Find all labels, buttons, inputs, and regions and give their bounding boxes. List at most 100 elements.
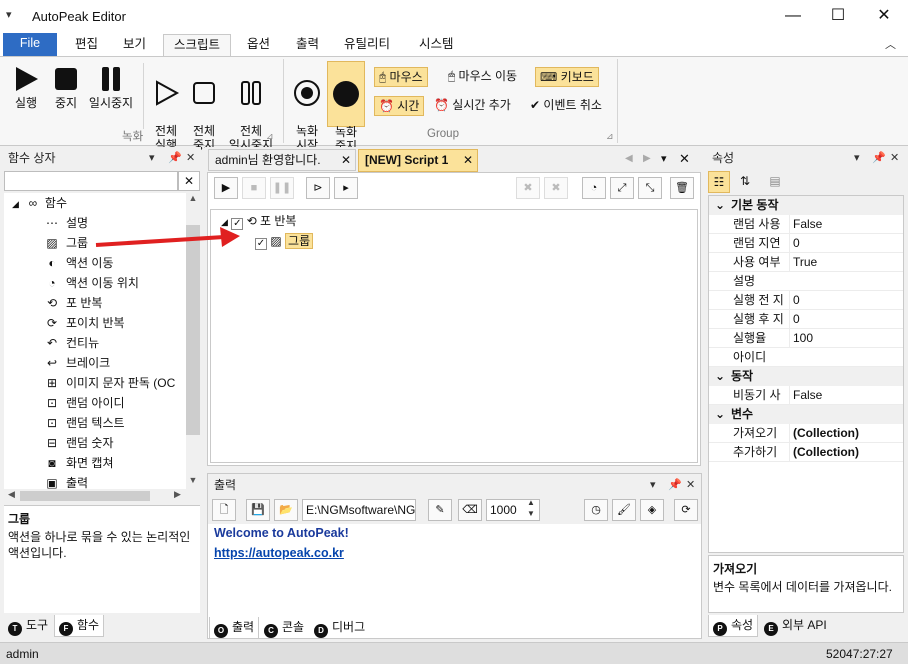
tab-output-panel[interactable]: O 출력	[209, 617, 260, 639]
function-item[interactable]: ⟲ 포 반복	[4, 293, 186, 313]
chevron-down-icon[interactable]: ▾	[650, 474, 656, 496]
property-row[interactable]: 실행율 100	[709, 329, 903, 348]
property-value[interactable]: 0	[789, 310, 800, 329]
collapse-icon[interactable]: ⌄	[709, 196, 731, 215]
keyboard-chip[interactable]: ⌨ 키보드	[535, 67, 599, 87]
function-item[interactable]: ↩ 브레이크	[4, 353, 186, 373]
property-pages-button[interactable]: ▤	[764, 171, 786, 193]
property-row[interactable]: 사용 여부 True	[709, 253, 903, 272]
mouse-chip[interactable]: 🖰 마우스	[374, 67, 428, 87]
close-icon[interactable]: ✕	[463, 150, 473, 170]
chevron-down-icon[interactable]: ▾	[854, 147, 860, 169]
property-category[interactable]: ⌄ 기본 동작	[709, 196, 903, 215]
property-value[interactable]: 0	[789, 234, 800, 253]
record-start-button[interactable]: 녹화 시작	[290, 65, 324, 152]
script-disable-all-button[interactable]: ✖	[544, 177, 568, 199]
property-row[interactable]: 가져오기 (Collection)	[709, 424, 903, 443]
property-value[interactable]: (Collection)	[789, 424, 859, 443]
ribbon-collapse-icon[interactable]: ︿	[885, 36, 896, 52]
quick-access-dropdown[interactable]: ▾	[6, 8, 12, 21]
realtime-add-chip[interactable]: ⏰ 실시간 추가	[430, 96, 515, 116]
expand-icon[interactable]: ◢	[12, 199, 19, 209]
mouse-move-chip[interactable]: 🖱 마우스 이동	[444, 67, 521, 87]
function-item[interactable]: ⊞ 이미지 문자 판독 (OC	[4, 373, 186, 393]
stop-all-button[interactable]: 전체 중지	[188, 65, 220, 152]
property-row[interactable]: 랜덤 지연 0	[709, 234, 903, 253]
tab-properties[interactable]: P 속성	[708, 615, 759, 637]
function-item[interactable]: ◙ 화면 캡쳐	[4, 453, 186, 473]
tab-console[interactable]: C 콘솔	[260, 617, 308, 639]
tree-hscrollbar[interactable]: ◀ ▶	[4, 489, 200, 503]
tab-scroll-right-icon[interactable]: ▶	[643, 153, 651, 164]
property-value[interactable]: (Collection)	[789, 443, 859, 462]
pin-icon[interactable]: 📌	[168, 147, 182, 169]
time-chip[interactable]: ⏰ 시간	[374, 96, 425, 116]
property-row[interactable]: 설명	[709, 272, 903, 291]
collapse-icon[interactable]: ⌄	[709, 405, 731, 424]
maximize-button[interactable]: ☐	[815, 0, 861, 32]
stop-button[interactable]: 중지	[50, 65, 82, 110]
function-item[interactable]: ◔ 액션 이동 위치	[4, 273, 186, 293]
script-pause-button[interactable]: ❚❚	[270, 177, 294, 199]
property-row[interactable]: 실행 전 지 0	[709, 291, 903, 310]
property-value[interactable]: 100	[789, 329, 813, 348]
property-value[interactable]: False	[789, 386, 822, 405]
clean-button[interactable]: ✎	[428, 499, 452, 521]
chevron-down-icon[interactable]: ▾	[661, 152, 667, 165]
tab-system[interactable]: 시스템	[409, 34, 464, 56]
hscrollbar-thumb[interactable]	[20, 491, 150, 501]
function-item[interactable]: ⊡ 랜덤 아이디	[4, 393, 186, 413]
dialog-launcher-icon[interactable]: ⊿	[606, 131, 614, 142]
function-search-input[interactable]	[4, 171, 178, 191]
tab-script[interactable]: 스크립트	[163, 34, 232, 56]
close-icon[interactable]: ✕	[341, 150, 351, 170]
timestamp-button[interactable]: ◷	[584, 499, 608, 521]
line-count-input[interactable]: 1000 ▲ ▼	[486, 497, 540, 521]
tab-edit[interactable]: 편집	[65, 34, 108, 56]
function-item[interactable]: ▣ 출력	[4, 473, 186, 489]
function-item[interactable]: ⟳ 포이치 반복	[4, 313, 186, 333]
tab-scroll-left-icon[interactable]: ◀	[625, 153, 633, 164]
delete-button[interactable]: 🗑	[670, 177, 694, 199]
record-stop-button[interactable]: 녹화 중지	[327, 61, 365, 153]
sort-alpha-button[interactable]: ⇅	[734, 171, 756, 193]
cancel-event-chip[interactable]: ✔ 이벤트 취소	[526, 96, 606, 116]
save-button[interactable]: 💾	[246, 499, 270, 521]
tab-functions[interactable]: F 함수	[54, 615, 105, 637]
function-item[interactable]: ↶ 컨티뉴	[4, 333, 186, 353]
property-value[interactable]: False	[789, 215, 822, 234]
property-row[interactable]: 실행 후 지 0	[709, 310, 903, 329]
close-icon[interactable]: ✕	[679, 151, 690, 167]
property-row[interactable]: 추가하기 (Collection)	[709, 443, 903, 462]
new-file-button[interactable]: 🗋	[212, 499, 236, 521]
eraser-button[interactable]: ⌫	[458, 499, 482, 521]
open-folder-button[interactable]: 📂	[274, 499, 298, 521]
tab-debug[interactable]: D 디버그	[310, 617, 369, 639]
property-category[interactable]: ⌄ 변수	[709, 405, 903, 424]
spinner-icon[interactable]: ▲ ▼	[527, 497, 535, 519]
pause-button[interactable]: 일시중지	[86, 65, 136, 110]
doc-tab-welcome[interactable]: admin님 환영합니다. ✕	[208, 149, 356, 171]
close-icon[interactable]: ✕	[186, 147, 195, 169]
collapse-icon[interactable]: ⌄	[709, 367, 731, 386]
script-clock-button[interactable]: ◔	[582, 177, 606, 199]
search-clear-button[interactable]: ✕	[178, 171, 200, 191]
tab-utility[interactable]: 유틸리티	[334, 34, 400, 56]
collapse-all-button[interactable]: ⤡	[638, 177, 662, 199]
scrollbar-thumb[interactable]	[186, 225, 200, 435]
property-row[interactable]: 랜덤 사용 False	[709, 215, 903, 234]
close-icon[interactable]: ✕	[686, 474, 695, 496]
chevron-down-icon[interactable]: ▾	[149, 147, 155, 169]
property-row[interactable]: 비동기 사 False	[709, 386, 903, 405]
tab-view[interactable]: 보기	[113, 34, 156, 56]
tab-file[interactable]: File	[3, 33, 57, 56]
property-row[interactable]: 아이디	[709, 348, 903, 367]
run-all-button[interactable]: 전체 실행	[150, 65, 182, 152]
tab-output[interactable]: 출력	[286, 34, 329, 56]
function-item[interactable]: ◐ 액션 이동	[4, 253, 186, 273]
doc-tab-script1[interactable]: [NEW] Script 1 ✕	[358, 149, 478, 172]
dialog-launcher-icon[interactable]: ⊿	[266, 131, 274, 142]
tab-tools[interactable]: T 도구	[4, 615, 52, 637]
run-button[interactable]: 실행	[10, 65, 42, 110]
tab-external-api[interactable]: E 외부 API	[760, 615, 831, 637]
